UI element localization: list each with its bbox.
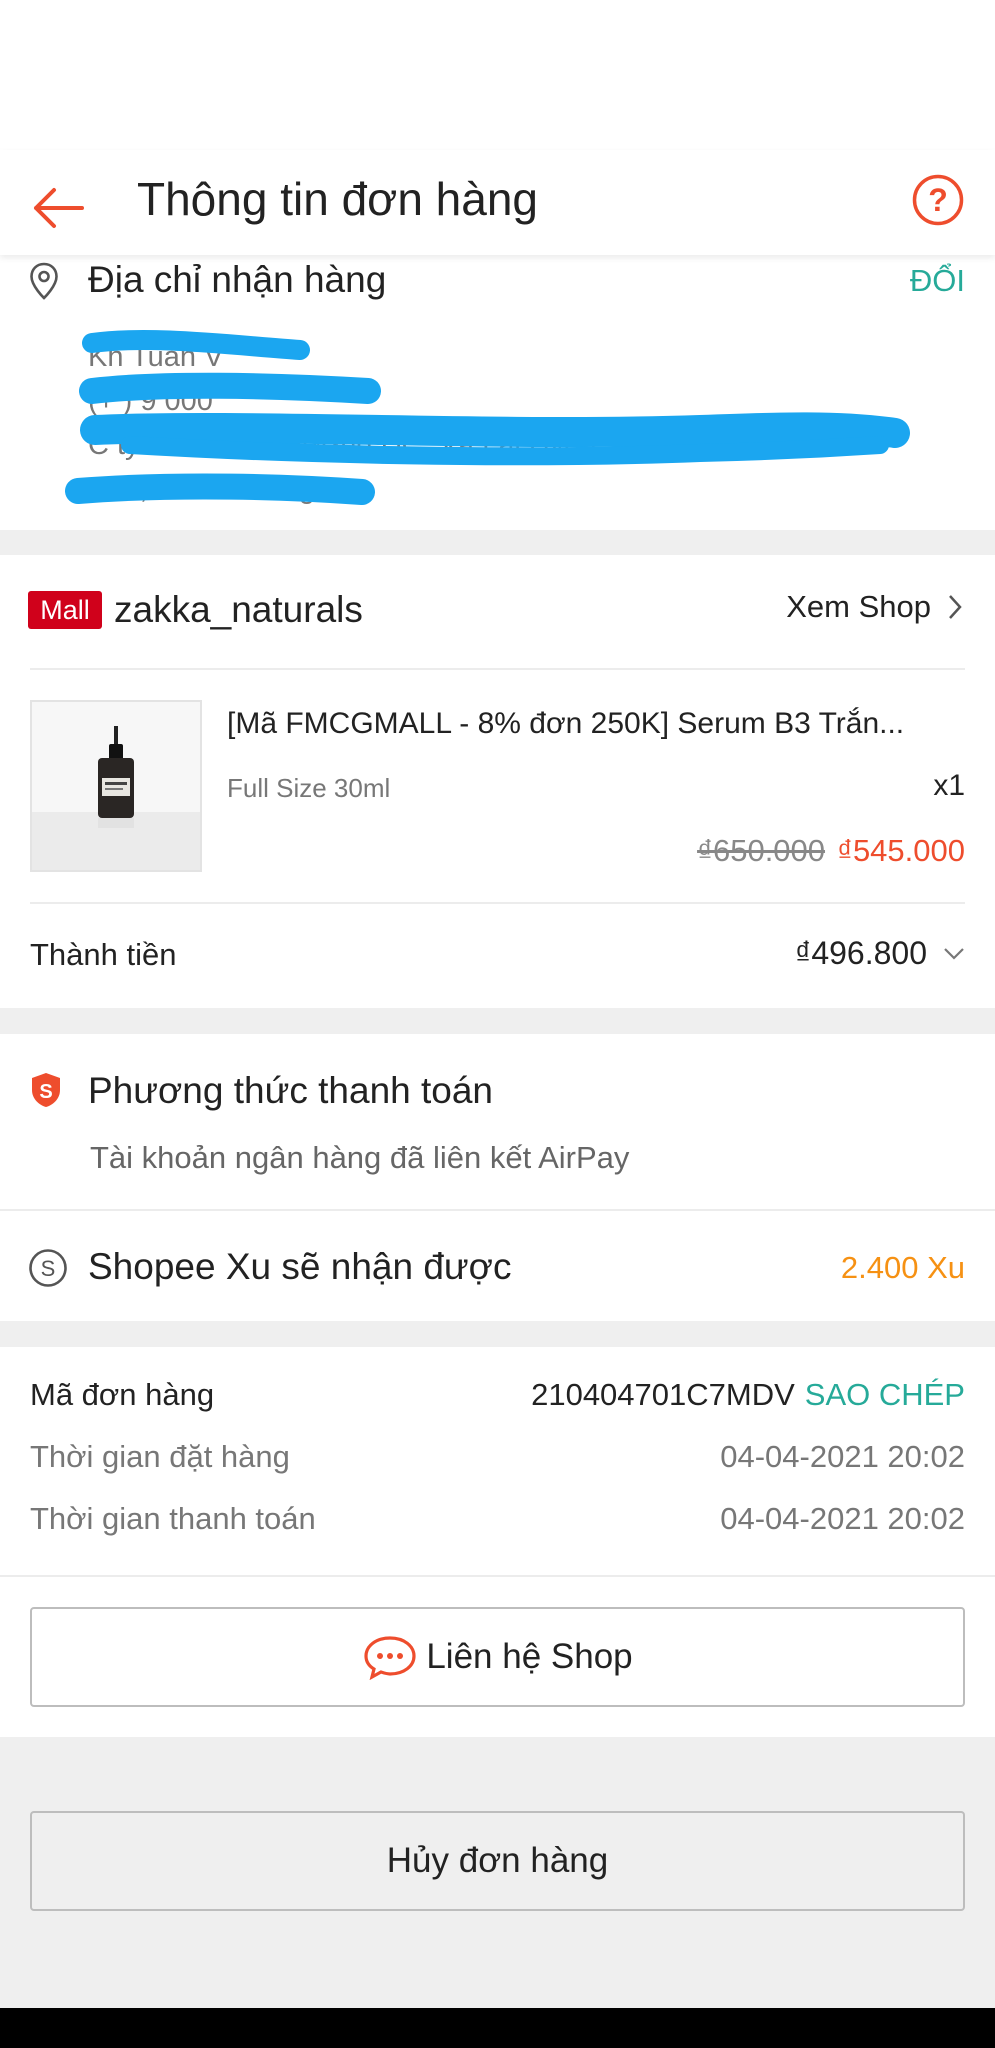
serum-bottle-image — [32, 726, 200, 870]
contact-shop-label: Liên hệ Shop — [426, 1637, 633, 1676]
mall-badge: Mall — [28, 591, 102, 629]
chevron-right-icon — [949, 595, 962, 619]
total-label: Thành tiền — [30, 937, 177, 972]
help-icon: ? — [912, 174, 964, 226]
shop-order-section: Mall zakka_naturals Xem Shop [Mã FMCGMAL… — [0, 555, 995, 1008]
arrow-left-icon — [34, 188, 84, 228]
sale-price: ₫545.000 — [837, 833, 965, 868]
payment-time-value: 04-04-2021 20:02 — [720, 1501, 965, 1536]
system-nav-bar — [0, 2008, 995, 2048]
total-amount-toggle[interactable]: ₫496.800 — [795, 935, 965, 972]
redaction-scribble — [65, 330, 910, 505]
product-quantity: x1 — [933, 769, 965, 802]
cancel-order-button[interactable]: Hủy đơn hàng — [30, 1811, 965, 1911]
product-thumbnail[interactable] — [30, 700, 202, 872]
address-section: Địa chỉ nhận hàng ĐỔI Kh Tuấn V (+ ) 9 0… — [0, 255, 995, 530]
shop-name: zakka_naturals — [114, 589, 363, 630]
divider — [0, 1575, 995, 1577]
copy-button[interactable]: SAO CHÉP — [805, 1377, 965, 1413]
order-time-value: 04-04-2021 20:02 — [720, 1439, 965, 1474]
page-title: Thông tin đơn hàng — [137, 173, 539, 225]
chat-bubble-icon — [364, 1636, 416, 1680]
product-variant: Full Size 30ml — [227, 773, 391, 803]
payment-method-label: Phương thức thanh toán — [88, 1070, 494, 1111]
shield-icon: S — [32, 1073, 60, 1107]
chevron-down-icon — [944, 947, 964, 960]
payment-time-label: Thời gian thanh toán — [30, 1501, 316, 1536]
back-button[interactable] — [30, 186, 86, 230]
payment-method-value: Tài khoản ngân hàng đã liên kết AirPay — [90, 1140, 630, 1175]
view-shop-link[interactable]: Xem Shop — [786, 589, 963, 625]
svg-text:S: S — [41, 1256, 56, 1281]
divider — [0, 1209, 995, 1211]
order-code-row: 210404701C7MDV SAO CHÉP — [531, 1377, 965, 1413]
contact-shop-button[interactable]: Liên hệ Shop — [30, 1607, 965, 1707]
top-app-bar: Thông tin đơn hàng ? — [0, 150, 995, 255]
coins-label: Shopee Xu sẽ nhận được — [88, 1246, 512, 1287]
product-price: ₫650.000 ₫545.000 — [697, 833, 965, 869]
status-bar — [0, 0, 995, 150]
view-shop-label: Xem Shop — [786, 589, 931, 624]
divider — [30, 668, 965, 670]
original-price: ₫650.000 — [697, 833, 826, 868]
svg-text:S: S — [39, 1081, 52, 1103]
total-amount: ₫496.800 — [794, 935, 927, 971]
svg-text:?: ? — [928, 182, 948, 218]
order-info-section: Mã đơn hàng 210404701C7MDV SAO CHÉP Thời… — [0, 1347, 995, 1737]
help-button[interactable]: ? — [912, 174, 964, 226]
product-title[interactable]: [Mã FMCGMALL - 8% đơn 250K] Serum B3 Trắ… — [227, 707, 967, 741]
order-code-value: 210404701C7MDV — [531, 1377, 795, 1412]
coins-value: 2.400 Xu — [840, 1250, 965, 1285]
cancel-section: Hủy đơn hàng — [0, 1737, 995, 2008]
order-time-label: Thời gian đặt hàng — [30, 1439, 290, 1474]
order-code-label: Mã đơn hàng — [30, 1377, 215, 1412]
payment-section: S Phương thức thanh toán Tài khoản ngân … — [0, 1034, 995, 1321]
shopee-coin-icon: S — [29, 1249, 67, 1287]
divider — [30, 902, 965, 904]
